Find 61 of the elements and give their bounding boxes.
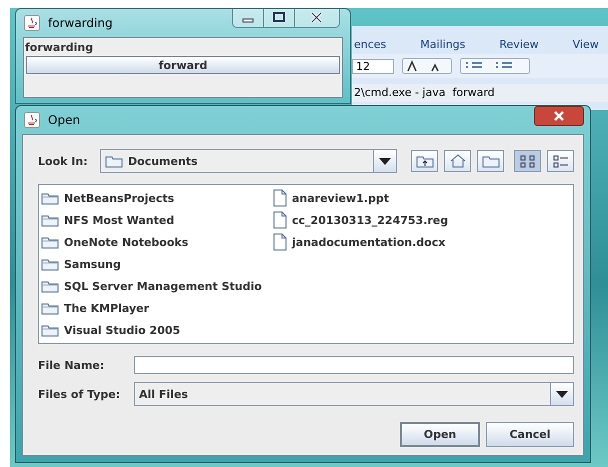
file-list-item[interactable]: Samsung [39, 253, 271, 275]
up-icon[interactable] [411, 150, 438, 172]
file-list-item[interactable]: SQL Server Management Studio [39, 275, 271, 297]
file-list-item[interactable]: The KMPlayer [39, 297, 271, 319]
folder-icon [41, 191, 59, 205]
folder-icon [41, 235, 59, 249]
files-of-type-dropdown[interactable]: All Files [134, 382, 574, 406]
dropdown-arrow-icon[interactable] [379, 158, 391, 164]
ribbon-tab[interactable]: View [572, 38, 599, 54]
list-icon[interactable] [460, 58, 530, 74]
document-icon [273, 211, 287, 229]
folder-icon [41, 213, 59, 227]
coffee-cup-icon [24, 112, 40, 128]
font-grow-icon[interactable] [402, 58, 452, 74]
ribbon-tab[interactable]: Review [499, 38, 539, 54]
folder-icon [41, 301, 59, 315]
file-list-item[interactable]: NetBeansProjects [39, 187, 271, 209]
cancel-button[interactable]: Cancel [486, 422, 574, 447]
file-list-item[interactable]: NFS Most Wanted [39, 209, 271, 231]
document-icon [273, 233, 287, 251]
coffee-cup-icon [24, 15, 40, 31]
file-name: Visual Studio 2005 [64, 324, 180, 336]
details-icon[interactable] [547, 150, 574, 172]
list-icon[interactable] [514, 150, 541, 172]
folder-icon [105, 154, 123, 168]
file-list-item[interactable]: Visual Studio 2005 [39, 319, 271, 341]
file-list-item[interactable]: OneNote Notebooks [39, 231, 271, 253]
font-size-field[interactable]: 12 [352, 58, 394, 74]
file-name: OneNote Notebooks [64, 236, 188, 248]
dropdown-arrow-icon[interactable] [556, 390, 568, 398]
file-name: Samsung [64, 258, 121, 270]
file-name: NetBeansProjects [64, 192, 174, 204]
files-of-type-label: Files of Type: [38, 388, 122, 400]
window-title: forwarding [48, 16, 113, 30]
file-name-label: File Name: [38, 358, 106, 372]
file-name-field[interactable] [134, 356, 574, 374]
file-name: anareview1.ppt [292, 192, 389, 204]
forwarding-label: forwarding [24, 40, 94, 54]
file-name: The KMPlayer [64, 302, 150, 314]
file-list-item[interactable]: anareview1.ppt [271, 187, 573, 209]
document-icon [273, 189, 287, 207]
open-button[interactable]: Open [400, 422, 480, 447]
file-name: SQL Server Management Studio [64, 280, 262, 292]
ribbon-tab[interactable]: ences [354, 38, 386, 54]
new-folder-icon[interactable] [477, 150, 504, 172]
file-name: janadocumentation.docx [292, 236, 446, 248]
console-title: 2\cmd.exe - java forward [352, 84, 608, 102]
look-in-label: Look In: [38, 154, 89, 168]
file-list-item[interactable]: cc_20130313_224753.reg [271, 209, 573, 231]
folder-icon [41, 257, 59, 271]
window-title: Open [48, 113, 80, 127]
folder-icon [41, 323, 59, 337]
ribbon-tab[interactable]: Mailings [420, 38, 466, 54]
file-name: NFS Most Wanted [64, 214, 174, 226]
folder-icon [41, 279, 59, 293]
file-list-item[interactable]: janadocumentation.docx [271, 231, 573, 253]
forward-button[interactable]: forward [26, 56, 340, 74]
close-icon[interactable] [534, 106, 584, 126]
file-name: cc_20130313_224753.reg [292, 214, 448, 226]
look-in-dropdown[interactable]: Documents [100, 149, 397, 173]
home-icon[interactable] [444, 150, 471, 172]
